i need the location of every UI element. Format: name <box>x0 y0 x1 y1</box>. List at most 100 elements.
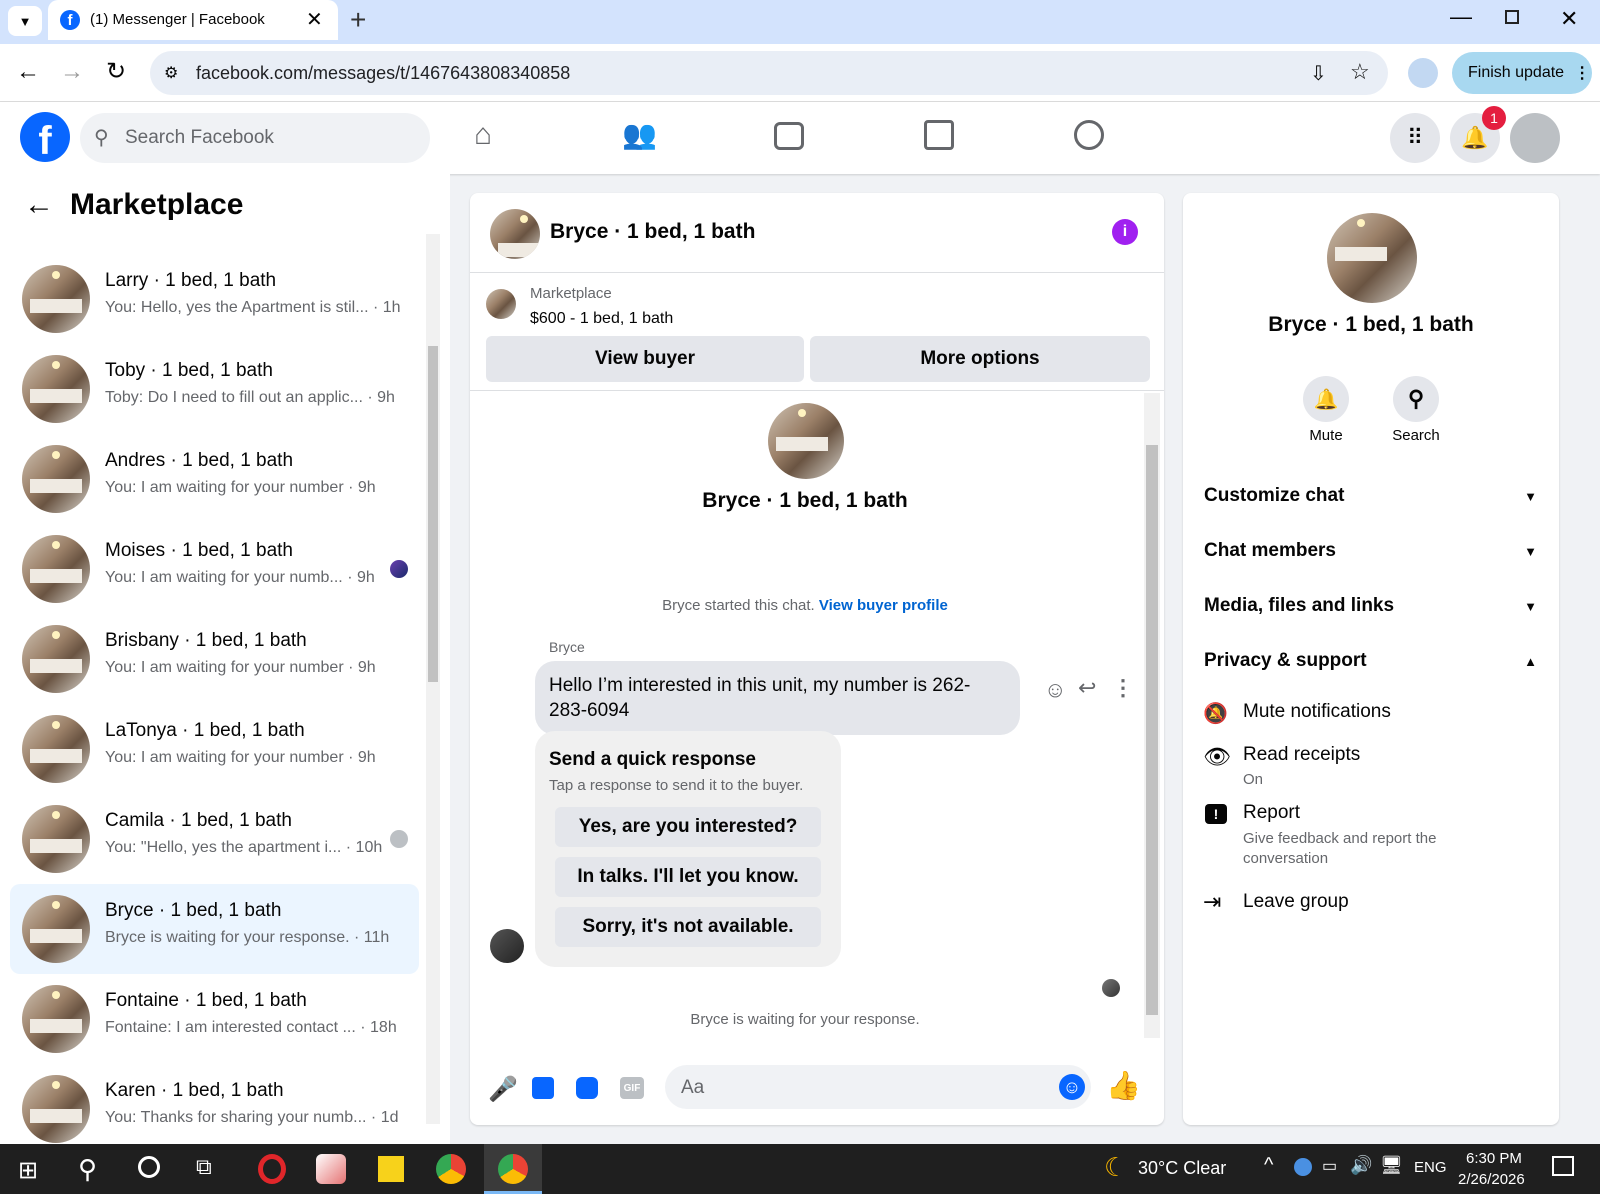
conversation-item[interactable]: Fontaine · 1 bed, 1 bath Fontaine: I am i… <box>10 974 419 1064</box>
new-tab-button[interactable]: + <box>350 4 366 36</box>
minimize-button[interactable]: — <box>1450 4 1472 30</box>
message-input[interactable]: Aa ☺ <box>665 1065 1091 1109</box>
conversation-item[interactable]: Moises · 1 bed, 1 bath You: I am waiting … <box>10 524 419 614</box>
buyer-avatar[interactable] <box>768 403 844 479</box>
search-icon[interactable]: ⚲ <box>78 1154 97 1185</box>
groups-icon[interactable] <box>1074 120 1104 150</box>
video-icon[interactable] <box>774 122 804 150</box>
leave-group-item[interactable]: ⇥ Leave group <box>1183 883 1559 923</box>
opera-icon[interactable] <box>258 1154 286 1184</box>
conversation-name: Bryce · 1 bed, 1 bath <box>105 900 282 921</box>
info-icon[interactable]: i <box>1112 219 1138 245</box>
media-files-section[interactable]: Media, files and links ▼ <box>1183 583 1559 627</box>
meet-icon[interactable]: ▭ <box>1322 1156 1337 1176</box>
chrome-active-taskbar-item[interactable] <box>484 1144 542 1194</box>
sender-avatar[interactable] <box>490 929 524 963</box>
paint-icon[interactable] <box>316 1154 346 1184</box>
scrollbar-thumb[interactable] <box>428 346 438 682</box>
search-icon[interactable]: ⚲ <box>1393 376 1439 422</box>
listing-thumbnail <box>22 715 90 783</box>
quick-response-button[interactable]: In talks. I'll let you know. <box>555 857 821 897</box>
maximize-button[interactable] <box>1505 10 1519 24</box>
conversation-item[interactable]: Toby · 1 bed, 1 bath Toby: Do I need to f… <box>10 344 419 434</box>
conversation-item[interactable]: Larry · 1 bed, 1 bath You: Hello, yes the… <box>10 254 419 344</box>
scrollbar[interactable] <box>426 234 440 1124</box>
privacy-support-section[interactable]: Privacy & support ▲ <box>1183 638 1559 682</box>
more-options-button[interactable]: More options <box>810 336 1150 382</box>
tray-app-icon[interactable] <box>1294 1158 1312 1176</box>
scrollbar-thumb[interactable] <box>1146 445 1158 1015</box>
facebook-logo-icon[interactable]: f <box>20 112 70 163</box>
thumbs-up-icon[interactable]: 👍 <box>1106 1069 1141 1102</box>
conversation-item-active[interactable]: Bryce · 1 bed, 1 bath Bryce is waiting fo… <box>10 884 419 974</box>
back-arrow-icon[interactable]: ← <box>16 58 40 86</box>
finish-update-button[interactable]: Finish update ⋮ <box>1452 52 1592 94</box>
tab-search-dropdown[interactable]: ▼ <box>8 6 42 36</box>
more-actions-icon[interactable]: ⋮ <box>1112 675 1134 701</box>
started-text: Bryce started this chat. <box>662 597 815 614</box>
clock-time[interactable]: 6:30 PM <box>1466 1150 1522 1167</box>
microphone-icon[interactable]: 🎤 <box>488 1075 518 1104</box>
mute-bell-icon[interactable]: 🔔 <box>1303 376 1349 422</box>
sticker-icon[interactable] <box>576 1077 598 1099</box>
react-emoji-icon[interactable]: ☺ <box>1044 677 1066 703</box>
site-info-icon[interactable]: ⚙ <box>164 63 178 83</box>
conversation-item[interactable]: Camila · 1 bed, 1 bath You: "Hello, yes t… <box>10 794 419 884</box>
details-avatar[interactable] <box>1327 213 1417 303</box>
quick-response-title: Send a quick response <box>549 749 756 770</box>
chevron-up-icon[interactable]: ^ <box>1264 1154 1273 1177</box>
back-arrow-icon[interactable]: ← <box>24 188 54 222</box>
volume-icon[interactable]: 🔊 <box>1350 1155 1372 1176</box>
cortana-icon[interactable] <box>138 1156 160 1178</box>
reply-icon[interactable]: ↩ <box>1078 675 1096 701</box>
photo-icon[interactable] <box>532 1077 554 1099</box>
reload-icon[interactable]: ↻ <box>106 57 126 86</box>
chat-scrollbar[interactable] <box>1144 393 1160 1038</box>
conversation-item[interactable]: Karen · 1 bed, 1 bath You: Thanks for sha… <box>10 1064 419 1144</box>
browser-tab[interactable]: f (1) Messenger | Facebook ✕ <box>48 0 338 40</box>
profile-icon[interactable] <box>1408 58 1438 88</box>
account-avatar[interactable] <box>1510 113 1560 163</box>
clock-date[interactable]: 2/26/2026 <box>1458 1171 1525 1188</box>
marketplace-icon[interactable] <box>924 120 954 150</box>
bookmark-star-icon[interactable]: ☆ <box>1350 59 1370 85</box>
quick-response-button[interactable]: Sorry, it's not available. <box>555 907 821 947</box>
windows-start-icon[interactable]: ⊞ <box>18 1156 38 1185</box>
report-item[interactable]: ! Report Give feedback and report the co… <box>1183 798 1559 868</box>
chrome-icon[interactable] <box>436 1154 466 1184</box>
conversation-item[interactable]: Andres · 1 bed, 1 bath You: I am waiting … <box>10 434 419 524</box>
message-bubble[interactable]: Hello I’m interested in this unit, my nu… <box>535 661 1020 735</box>
search-facebook-input[interactable]: ⚲ Search Facebook <box>80 113 430 163</box>
sticky-notes-icon[interactable] <box>378 1156 404 1182</box>
gif-icon[interactable]: GIF <box>620 1077 644 1099</box>
tab-close-icon[interactable]: ✕ <box>306 7 323 32</box>
customize-chat-section[interactable]: Customize chat ▼ <box>1183 473 1559 517</box>
conversation-item[interactable]: Brisbany · 1 bed, 1 bath You: I am waitin… <box>10 614 419 704</box>
chevron-down-icon: ▼ <box>18 13 32 29</box>
weather-text[interactable]: 30°C Clear <box>1138 1158 1226 1179</box>
quick-response-button[interactable]: Yes, are you interested? <box>555 807 821 847</box>
view-buyer-button[interactable]: View buyer <box>486 336 804 382</box>
chat-title[interactable]: Bryce · 1 bed, 1 bath <box>550 220 755 244</box>
install-app-icon[interactable]: ⇩ <box>1310 61 1327 86</box>
url-text[interactable]: facebook.com/messages/t/1467643808340858 <box>196 63 570 84</box>
moon-weather-icon[interactable]: ☾ <box>1104 1152 1127 1183</box>
forward-arrow-icon[interactable]: → <box>60 58 84 86</box>
home-icon[interactable]: ⌂ <box>474 118 492 152</box>
menu-grid-icon[interactable]: ⠿ <box>1390 113 1440 163</box>
close-window-button[interactable]: ✕ <box>1560 6 1578 32</box>
chat-members-section[interactable]: Chat members ▼ <box>1183 528 1559 572</box>
section-label: Media, files and links <box>1204 595 1395 616</box>
notification-center-icon[interactable] <box>1552 1156 1574 1176</box>
mute-notifications-item[interactable]: 🔕 Mute notifications <box>1183 693 1559 733</box>
network-icon[interactable]: 🖥 <box>1380 1155 1403 1176</box>
emoji-icon[interactable]: ☺ <box>1059 1074 1085 1100</box>
view-buyer-profile-link[interactable]: View buyer profile <box>819 597 948 614</box>
friends-icon[interactable]: 👥 <box>622 118 657 151</box>
chat-avatar[interactable] <box>490 209 540 259</box>
task-view-icon[interactable]: ⧉ <box>196 1154 212 1180</box>
conversation-item[interactable]: LaTonya · 1 bed, 1 bath You: I am waiting… <box>10 704 419 794</box>
language-indicator[interactable]: ENG <box>1414 1159 1447 1176</box>
read-receipts-item[interactable]: 👁 Read receipts On <box>1183 738 1559 788</box>
address-bar[interactable]: ⚙ facebook.com/messages/t/14676438083408… <box>150 51 1388 95</box>
